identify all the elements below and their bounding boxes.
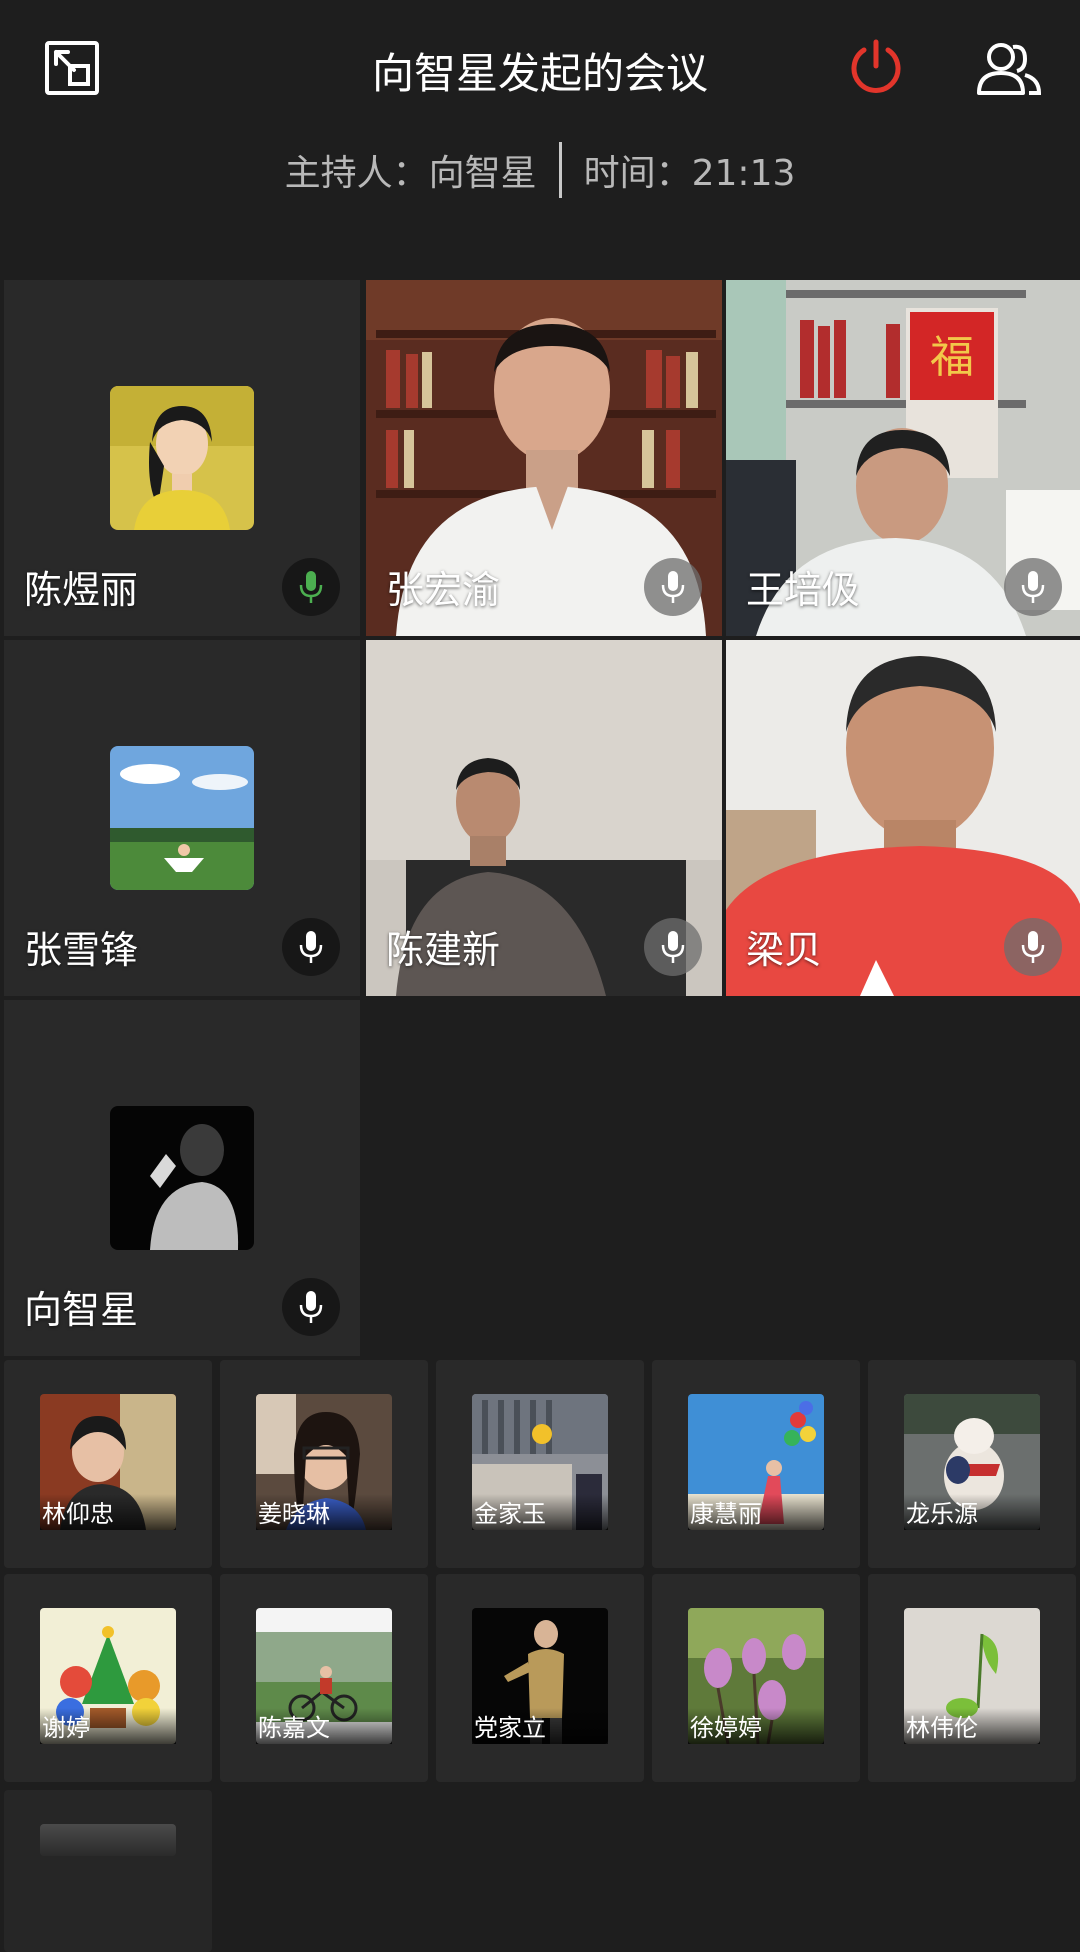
- attendee-name: 党家立: [472, 1708, 608, 1744]
- attendee-item[interactable]: [4, 1790, 212, 1952]
- attendee-name: 林仰忠: [40, 1494, 176, 1530]
- avatar: [110, 386, 254, 530]
- participant-name: 王培伋: [746, 568, 861, 612]
- avatar: [110, 746, 254, 890]
- meeting-info: 主持人：向智星 时间：21:13: [0, 140, 1080, 200]
- attendee-item[interactable]: 姜晓琳: [220, 1360, 428, 1568]
- attendee-name: 金家玉: [472, 1494, 608, 1530]
- participant-name: 梁贝: [746, 928, 823, 972]
- divider: [558, 142, 562, 198]
- participant-tile[interactable]: 陈煜丽: [4, 280, 360, 636]
- participant-name: 张宏渝: [386, 568, 501, 612]
- attendee-name: 陈嘉文: [256, 1708, 392, 1744]
- microphone-icon[interactable]: [644, 558, 702, 616]
- time-label: 时间：21:13: [583, 153, 796, 194]
- participant-video-tile[interactable]: 张宏渝: [366, 280, 722, 636]
- attendee-name: 林伟伦: [904, 1708, 1040, 1744]
- attendee-item[interactable]: 党家立: [436, 1574, 644, 1782]
- attendee-item[interactable]: 康慧丽: [652, 1360, 860, 1568]
- microphone-icon[interactable]: [1004, 918, 1062, 976]
- attendee-item[interactable]: 林仰忠: [4, 1360, 212, 1568]
- attendee-name: 徐婷婷: [688, 1708, 824, 1744]
- exit-fullscreen-icon[interactable]: [40, 36, 104, 100]
- microphone-icon[interactable]: [282, 558, 340, 616]
- svg-text:福: 福: [930, 332, 974, 383]
- participant-video-tile[interactable]: 梁贝: [726, 640, 1080, 996]
- power-icon[interactable]: [842, 32, 910, 100]
- microphone-icon[interactable]: [644, 918, 702, 976]
- microphone-icon[interactable]: [282, 918, 340, 976]
- participant-name: 张雪锋: [24, 928, 139, 972]
- participants-icon[interactable]: [970, 34, 1046, 100]
- participant-video-tile[interactable]: 陈建新: [366, 640, 722, 996]
- attendee-item[interactable]: 徐婷婷: [652, 1574, 860, 1782]
- participant-name: 陈建新: [386, 928, 501, 972]
- attendee-name: 姜晓琳: [256, 1494, 392, 1530]
- attendee-item[interactable]: 陈嘉文: [220, 1574, 428, 1782]
- microphone-icon[interactable]: [282, 1278, 340, 1336]
- attendee-name: 谢婷: [40, 1708, 176, 1744]
- attendee-name: 康慧丽: [688, 1494, 824, 1530]
- participant-tile[interactable]: 张雪锋: [4, 640, 360, 996]
- participant-video-tile[interactable]: 福 王培伋: [726, 280, 1080, 636]
- top-bar: 向智星发起的会议: [0, 0, 1080, 140]
- participant-name: 陈煜丽: [24, 568, 139, 612]
- participant-name: 向智星: [24, 1288, 139, 1332]
- avatar: [110, 1106, 254, 1250]
- meeting-title: 向智星发起的会议: [371, 49, 708, 98]
- attendee-item[interactable]: 林伟伦: [868, 1574, 1076, 1782]
- attendee-item[interactable]: 金家玉: [436, 1360, 644, 1568]
- microphone-icon[interactable]: [1004, 558, 1062, 616]
- attendee-item[interactable]: 谢婷: [4, 1574, 212, 1782]
- attendee-name: 龙乐源: [904, 1494, 1040, 1530]
- attendee-item[interactable]: 龙乐源: [868, 1360, 1076, 1568]
- host-label: 主持人：向智星: [284, 153, 537, 194]
- participant-tile[interactable]: 向智星: [4, 1000, 360, 1356]
- attendee-avatar: [40, 1824, 176, 1856]
